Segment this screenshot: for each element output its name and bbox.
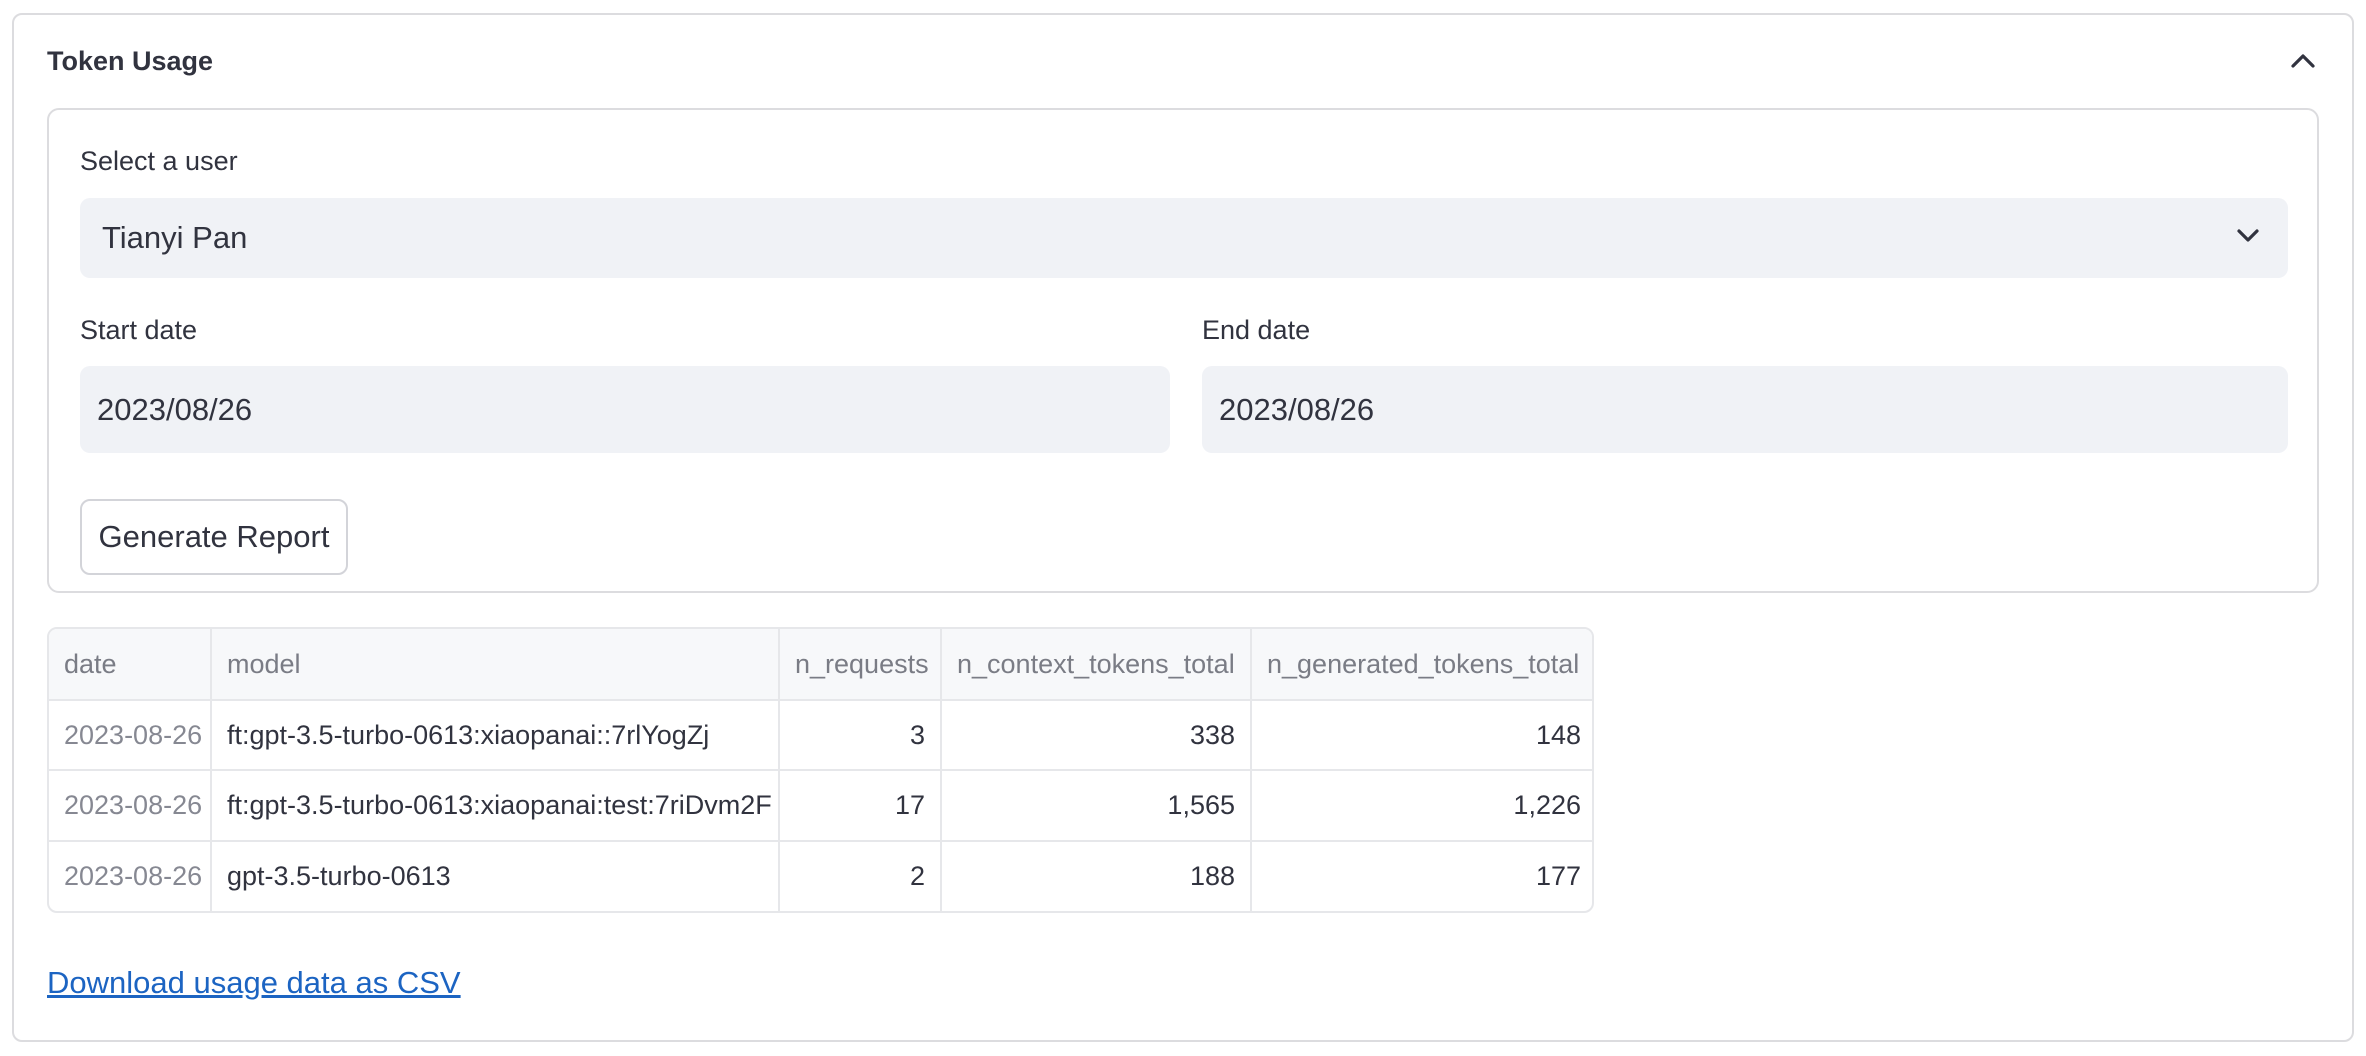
table-row: 2023-08-26 ft:gpt-3.5-turbo-0613:xiaopan… [49, 700, 1592, 772]
table-cell: 2023-08-26 [49, 840, 212, 911]
expander-header[interactable]: Token Usage [14, 15, 2352, 107]
start-date-input[interactable]: 2023/08/26 [80, 366, 1170, 453]
table-cell: 3 [779, 700, 942, 772]
column-header[interactable]: n_generated_tokens_total [1251, 629, 1592, 701]
table-row: 2023-08-26 gpt-3.5-turbo-0613 2 188 177 [49, 840, 1592, 911]
column-header[interactable]: date [49, 629, 212, 701]
start-date-label: Start date [80, 315, 198, 345]
report-form: Select a user Tianyi Pan Start date 2023… [47, 108, 2319, 593]
table-cell: 17 [779, 770, 942, 842]
table-row: 2023-08-26 ft:gpt-3.5-turbo-0613:xiaopan… [49, 770, 1592, 842]
chevron-up-icon[interactable] [2288, 46, 2318, 76]
table-cell: 188 [941, 840, 1252, 911]
user-select[interactable]: Tianyi Pan [80, 198, 2288, 278]
download-csv-link[interactable]: Download usage data as CSV [47, 965, 461, 1001]
table-cell: ft:gpt-3.5-turbo-0613:xiaopanai:test:7ri… [211, 770, 780, 842]
table-cell: 1,226 [1251, 770, 1592, 842]
user-select-value: Tianyi Pan [102, 220, 248, 255]
expander-title: Token Usage [47, 45, 214, 76]
end-date-label: End date [1202, 315, 1311, 345]
table-cell: 2023-08-26 [49, 700, 212, 772]
chevron-down-icon [2236, 228, 2260, 249]
table-cell: gpt-3.5-turbo-0613 [211, 840, 780, 911]
table-cell: 2023-08-26 [49, 770, 212, 842]
column-header[interactable]: n_requests [779, 629, 942, 701]
table-cell: 177 [1535, 860, 1581, 891]
generate-report-button[interactable]: Generate Report [80, 499, 348, 575]
table-cell: 1,565 [941, 770, 1252, 842]
column-header[interactable]: n_context_tokens_total [941, 629, 1252, 701]
column-header[interactable]: model [211, 629, 780, 701]
token-usage-expander: Token Usage Select a user Tianyi Pan Sta… [12, 13, 2354, 1042]
table-cell: 2 [779, 840, 942, 911]
user-select-label: Select a user [80, 146, 238, 176]
table-cell: 148 [1251, 700, 1592, 772]
usage-table: date model n_requests n_context_tokens_t… [47, 627, 1594, 913]
table-cell: ft:gpt-3.5-turbo-0613:xiaopanai::7rlYogZ… [211, 700, 780, 772]
table-cell: 338 [941, 700, 1252, 772]
table-header-row: date model n_requests n_context_tokens_t… [49, 629, 1592, 701]
end-date-input[interactable]: 2023/08/26 [1202, 366, 2288, 453]
